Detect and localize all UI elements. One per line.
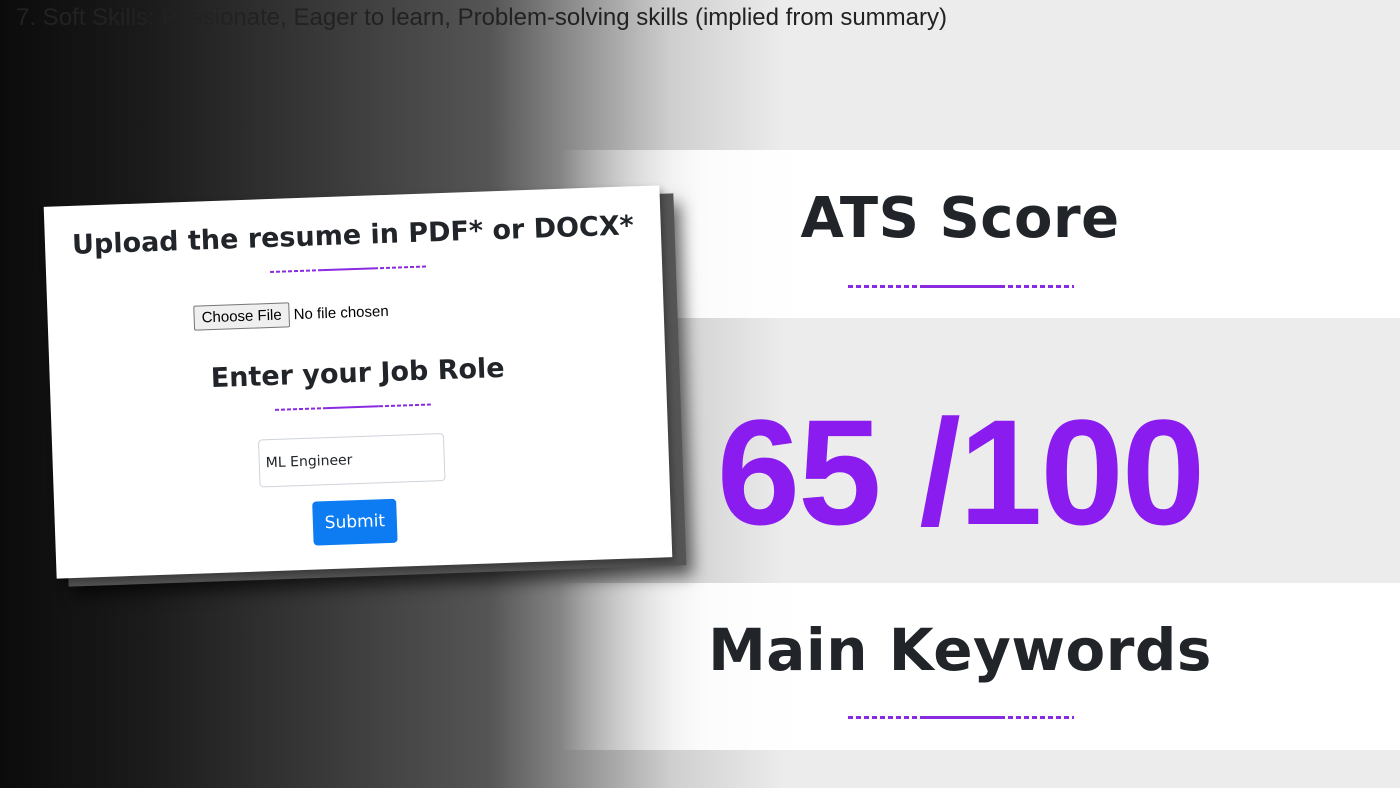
upload-divider: [270, 265, 427, 273]
job-role-title: Enter your Job Role: [210, 352, 506, 395]
upload-card: Upload the resume in PDF* or DOCX* Choos…: [43, 185, 673, 579]
submit-button[interactable]: Submit: [312, 498, 398, 546]
main-keywords-heading: Main Keywords: [708, 616, 1212, 684]
file-status-text: No file chosen: [293, 302, 389, 324]
job-role-input[interactable]: [257, 433, 446, 488]
file-input-row: Choose File No file chosen: [193, 299, 389, 331]
ats-score-divider: [848, 285, 1074, 288]
upload-title: Upload the resume in PDF* or DOCX*: [71, 210, 635, 261]
main-keywords-divider: [848, 716, 1074, 719]
ats-score-heading: ATS Score: [800, 186, 1120, 251]
soft-skills-text: 7. Soft Skills: Passionate, Eager to lea…: [16, 4, 947, 31]
choose-file-button[interactable]: Choose File: [193, 302, 291, 331]
job-role-divider: [274, 403, 431, 411]
